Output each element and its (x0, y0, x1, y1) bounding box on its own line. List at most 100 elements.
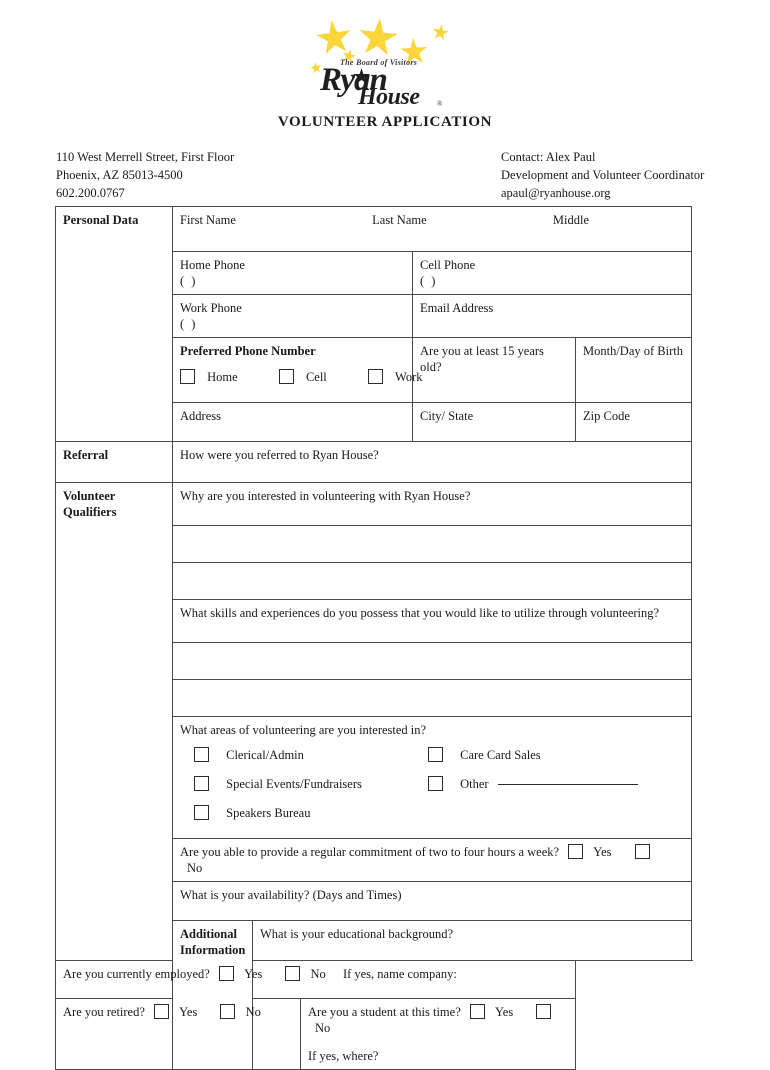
checkbox-icon-commitment-yes[interactable] (568, 844, 584, 859)
checkbox-icon-student-no[interactable] (536, 1004, 552, 1019)
retired-question-label: Are you retired? (63, 1005, 145, 1019)
preferred-phone-cell: Preferred Phone Number Home Cell Work (172, 337, 423, 403)
address-cell[interactable]: Address (172, 402, 413, 442)
checkbox-option-speakers-bureau[interactable]: Speakers Bureau (194, 805, 310, 821)
why-volunteer-answer-line-2[interactable] (171, 562, 693, 600)
employed-yes-label: Yes (244, 967, 263, 981)
retired-yes-label: Yes (179, 1005, 198, 1019)
why-volunteer-answer-line-1[interactable] (171, 525, 693, 563)
address-line-1: 110 West Merrell Street, First Floor (56, 150, 235, 164)
work-phone-cell[interactable]: Work Phone ( ) (172, 294, 413, 338)
checkbox-icon[interactable] (428, 747, 443, 762)
checkbox-option-home[interactable]: Home (180, 369, 238, 385)
commitment-no-label: No (187, 861, 203, 875)
preferred-phone-options: Home Cell Work (180, 369, 423, 385)
work-phone-mask: ( ) (180, 317, 198, 331)
home-phone-mask: ( ) (180, 274, 198, 288)
checkbox-icon[interactable] (194, 747, 209, 762)
education-question-label: What is your educational background? (260, 927, 453, 941)
checkbox-icon-student-yes[interactable] (469, 1004, 485, 1019)
email-address-cell[interactable]: Email Address (411, 294, 693, 338)
skills-answer-line-1[interactable] (171, 642, 693, 680)
skills-question-cell[interactable]: What skills and experiences do you posse… (171, 599, 693, 643)
option-label: Work (395, 370, 423, 384)
skills-question-label: What skills and experiences do you posse… (180, 606, 660, 620)
section-label-personal-data: Personal Data (55, 206, 173, 442)
employed-followup-label: If yes, name company: (342, 967, 457, 981)
checkbox-icon-retired-yes[interactable] (154, 1004, 170, 1019)
education-question-cell[interactable]: What is your educational background? (251, 920, 693, 961)
birth-date-label: Month/Day of Birth (583, 344, 683, 358)
preferred-phone-label: Preferred Phone Number (180, 344, 316, 358)
why-volunteer-question-cell[interactable]: Why are you interested in volunteering w… (171, 482, 693, 526)
contact-name: Contact: Alex Paul (501, 150, 596, 164)
table-row: Personal Data First Name Last Name Middl… (55, 206, 693, 442)
checkbox-icon[interactable] (180, 369, 195, 384)
ryan-house-logo: The Board of Visitors Ryan House ® (300, 14, 480, 110)
checkbox-icon[interactable] (278, 369, 294, 384)
employed-no-label: No (310, 967, 326, 981)
option-label: Home (207, 370, 238, 384)
option-label: Clerical/Admin (226, 748, 304, 762)
birth-date-cell[interactable]: Month/Day of Birth (574, 337, 693, 403)
option-label: Other (460, 777, 489, 791)
middle-name-label: Middle (552, 213, 590, 227)
student-yes-label: Yes (495, 1005, 514, 1019)
age-question-label: Are you at least 15 years old? (420, 344, 544, 374)
checkbox-icon-employed-no[interactable] (285, 966, 301, 981)
first-name-label: First Name (180, 213, 236, 227)
cell-phone-cell[interactable]: Cell Phone ( ) (411, 251, 693, 295)
city-state-cell[interactable]: City/ State (412, 402, 576, 442)
qualifiers-label-line-1: Volunteer (63, 489, 116, 503)
availability-question-cell[interactable]: What is your availability? (Days and Tim… (171, 881, 693, 921)
checkbox-option-cell[interactable]: Cell (278, 369, 327, 385)
checkbox-icon-retired-no[interactable] (220, 1004, 236, 1019)
checkbox-option-other[interactable]: Other (428, 776, 638, 792)
table-row: Are you currently employed? Yes No If ye… (55, 960, 692, 999)
table-row: Volunteer Qualifiers Why are you interes… (55, 482, 693, 961)
commitment-yes-label: Yes (593, 845, 612, 859)
work-phone-label: Work Phone (180, 301, 242, 315)
checkbox-icon[interactable] (428, 776, 443, 791)
zip-code-cell[interactable]: Zip Code (574, 402, 693, 442)
section-label-referral: Referral (55, 441, 173, 483)
checkbox-icon[interactable] (367, 369, 383, 384)
contact-email: apaul@ryanhouse.org (501, 186, 611, 200)
other-text-input[interactable] (497, 784, 638, 785)
checkbox-option-clerical-admin[interactable]: Clerical/Admin (194, 747, 304, 763)
email-address-label: Email Address (420, 301, 494, 315)
checkbox-icon-commitment-no[interactable] (634, 844, 650, 859)
retired-question-cell: Are you retired? Yes No (55, 998, 301, 1070)
student-question-label: Are you a student at this time? (308, 1005, 461, 1019)
option-label: Special Events/Fundraisers (226, 777, 362, 791)
option-label: Cell (305, 370, 327, 384)
star-icon (431, 23, 451, 43)
commitment-question-cell: Are you able to provide a regular commit… (171, 838, 693, 882)
last-name-label: Last Name (372, 213, 427, 227)
checkbox-option-work[interactable]: Work (367, 369, 423, 385)
page-title: VOLUNTEER APPLICATION (277, 114, 493, 130)
referral-question-cell[interactable]: How were you referred to Ryan House? (171, 441, 693, 483)
name-fields-cell[interactable]: First Name Last Name Middle (171, 206, 693, 252)
registered-mark: ® (437, 100, 443, 108)
skills-answer-line-2[interactable] (171, 679, 693, 717)
student-question-cell: Are you a student at this time? Yes No I… (300, 998, 576, 1070)
qualifiers-label-line-2: Qualifiers (63, 505, 117, 519)
student-followup-label[interactable]: If yes, where? (308, 1048, 568, 1064)
additional-label-line-1: Additional (180, 927, 237, 941)
organization-address: 110 West Merrell Street, First Floor Pho… (56, 148, 234, 202)
wordmark-house: House (358, 84, 420, 110)
checkbox-icon[interactable] (194, 776, 209, 791)
zip-code-label: Zip Code (583, 409, 630, 423)
checkbox-option-care-card-sales[interactable]: Care Card Sales (428, 747, 541, 763)
checkbox-option-special-events[interactable]: Special Events/Fundraisers (194, 776, 362, 792)
checkbox-icon[interactable] (194, 805, 209, 820)
age-question-cell[interactable]: Are you at least 15 years old? (412, 337, 576, 403)
contact-info: Contact: Alex Paul Development and Volun… (501, 148, 704, 202)
table-row: Are you retired? Yes No Are you a studen… (55, 998, 692, 1070)
table-row: Referral How were you referred to Ryan H… (55, 441, 693, 483)
checkbox-icon-employed-yes[interactable] (218, 966, 234, 981)
additional-label-line-2: Information (180, 943, 246, 957)
home-phone-cell[interactable]: Home Phone ( ) (172, 251, 413, 295)
employed-question-cell: Are you currently employed? Yes No If ye… (55, 960, 576, 999)
